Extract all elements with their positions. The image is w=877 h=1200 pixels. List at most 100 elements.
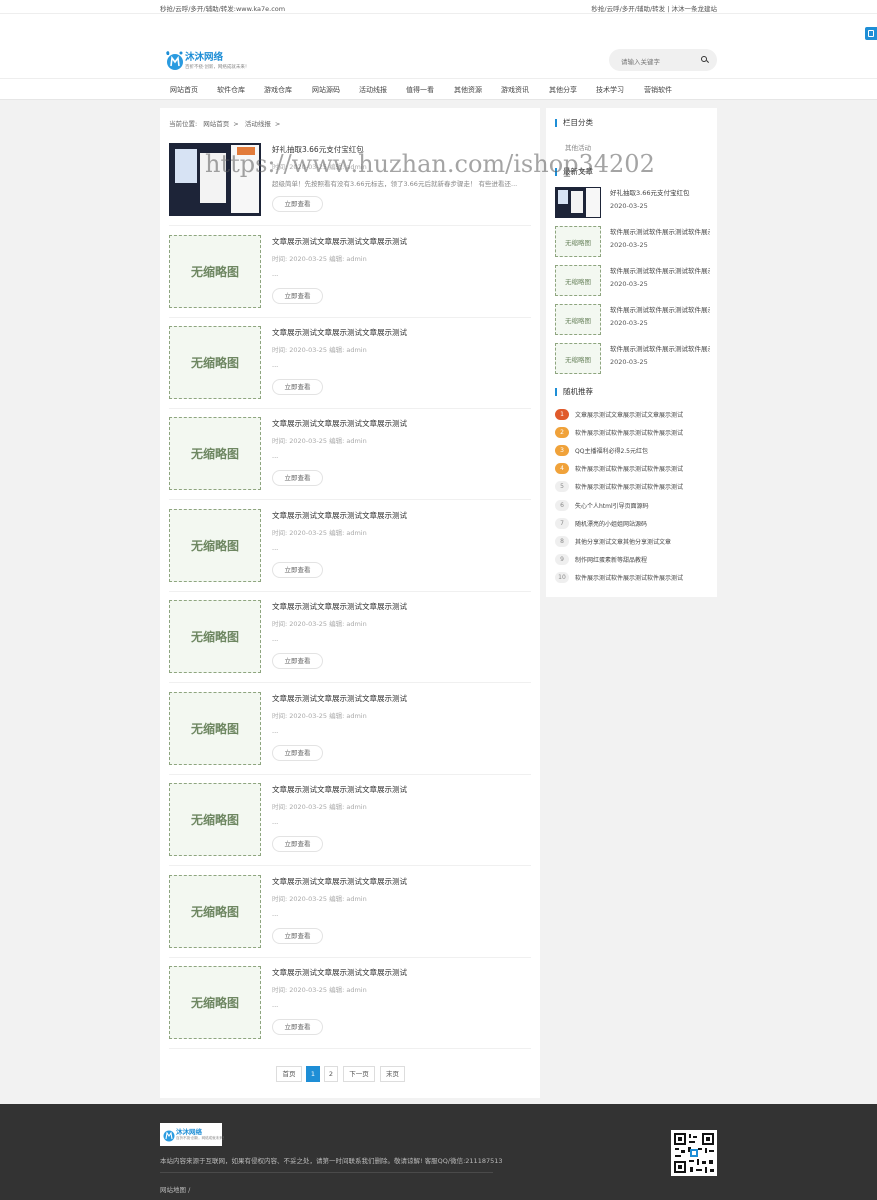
random-title[interactable]: 失心个人html引导页面源码 xyxy=(575,501,710,510)
nav-item-marketing[interactable]: 营销软件 xyxy=(644,85,672,95)
random-item[interactable]: 9 制作网红蛋素新等甜品教程 xyxy=(555,554,711,566)
latest-title[interactable]: 软件展示测试软件展示测试软件展示测试 xyxy=(610,265,710,275)
nav-item-source[interactable]: 网站源码 xyxy=(312,85,340,95)
post-thumbnail[interactable] xyxy=(169,143,261,216)
view-post-button[interactable]: 立即查看 xyxy=(272,1019,323,1035)
search-icon[interactable] xyxy=(701,56,707,62)
breadcrumb-current[interactable]: 活动线报 xyxy=(245,120,271,128)
latest-thumbnail[interactable]: 无缩略图 xyxy=(555,226,601,257)
random-title[interactable]: QQ主播福利必得2.5元红包 xyxy=(575,446,710,455)
nav-item-software[interactable]: 软件仓库 xyxy=(217,85,245,95)
random-item[interactable]: 4 软件展示测试软件展示测试软件展示测试 xyxy=(555,463,711,475)
latest-item[interactable]: 无缩略图 软件展示测试软件展示测试软件展示测试 2020-03-25 xyxy=(555,265,711,297)
view-post-button[interactable]: 立即查看 xyxy=(272,653,323,669)
latest-thumbnail[interactable]: 无缩略图 xyxy=(555,304,601,335)
search-box xyxy=(609,49,717,73)
post-thumbnail[interactable]: 无缩略图 xyxy=(169,692,261,765)
view-post-button[interactable]: 立即查看 xyxy=(272,379,323,395)
view-post-button[interactable]: 立即查看 xyxy=(272,196,323,212)
latest-item[interactable]: 好礼抽取3.66元支付宝红包 2020-03-25 xyxy=(555,187,711,219)
post-title[interactable]: 文章展示测试文章展示测试文章展示测试 xyxy=(272,693,407,704)
footer-sitemap-link[interactable]: 网站地图 / xyxy=(160,1184,190,1194)
post-title[interactable]: 文章展示测试文章展示测试文章展示测试 xyxy=(272,236,407,247)
post-title[interactable]: 文章展示测试文章展示测试文章展示测试 xyxy=(272,418,407,429)
random-title[interactable]: 软件展示测试软件展示测试软件展示测试 xyxy=(575,482,710,491)
random-title[interactable]: 软件展示测试软件展示测试软件展示测试 xyxy=(575,428,710,437)
page-2-button[interactable]: 2 xyxy=(324,1066,338,1082)
view-post-button[interactable]: 立即查看 xyxy=(272,836,323,852)
post-thumbnail[interactable]: 无缩略图 xyxy=(169,875,261,948)
post-meta: 时间: 2020-03-25 编辑: admin xyxy=(272,986,367,994)
nav-item-games[interactable]: 游戏仓库 xyxy=(264,85,292,95)
search-input[interactable] xyxy=(621,51,701,73)
latest-title[interactable]: 软件展示测试软件展示测试软件展示测试 xyxy=(610,304,710,314)
latest-thumbnail[interactable]: 无缩略图 xyxy=(555,265,601,296)
latest-item[interactable]: 无缩略图 软件展示测试软件展示测试软件展示测试 2020-03-25 xyxy=(555,304,711,336)
latest-item[interactable]: 无缩略图 软件展示测试软件展示测试软件展示测试 2020-03-25 xyxy=(555,343,711,375)
random-title[interactable]: 软件展示测试软件展示测试软件展示测试 xyxy=(575,573,710,582)
footer-logo-slogan: 百折不挠·创新，网络成就未来！ xyxy=(176,1136,227,1140)
post-thumbnail[interactable]: 无缩略图 xyxy=(169,417,261,490)
post-title[interactable]: 文章展示测试文章展示测试文章展示测试 xyxy=(272,967,407,978)
view-post-button[interactable]: 立即查看 xyxy=(272,745,323,761)
nav-item-activity[interactable]: 活动线报 xyxy=(359,85,387,95)
page-next-button[interactable]: 下一页 xyxy=(343,1066,375,1082)
latest-title[interactable]: 软件展示测试软件展示测试软件展示测试 xyxy=(610,226,710,236)
post-thumbnail[interactable]: 无缩略图 xyxy=(169,326,261,399)
post-thumbnail[interactable]: 无缩略图 xyxy=(169,783,261,856)
latest-thumbnail[interactable]: 无缩略图 xyxy=(555,343,601,374)
post-title[interactable]: 文章展示测试文章展示测试文章展示测试 xyxy=(272,510,407,521)
post-title[interactable]: 文章展示测试文章展示测试文章展示测试 xyxy=(272,876,407,887)
post-title[interactable]: 文章展示测试文章展示测试文章展示测试 xyxy=(272,784,407,795)
random-item[interactable]: 7 随机漂亮的小姐姐网站源码 xyxy=(555,518,711,530)
footer-logo[interactable]: 沐沐网络 百折不挠·创新，网络成就未来！ xyxy=(160,1123,226,1146)
latest-date: 2020-03-25 xyxy=(610,241,648,249)
random-title[interactable]: 文章展示测试文章展示测试文章展示测试 xyxy=(575,410,710,419)
page-last-button[interactable]: 末页 xyxy=(380,1066,405,1082)
nav-item-home[interactable]: 网站首页 xyxy=(170,85,198,95)
view-post-button[interactable]: 立即查看 xyxy=(272,928,323,944)
random-title[interactable]: 随机漂亮的小姐姐网站源码 xyxy=(575,519,710,528)
view-post-button[interactable]: 立即查看 xyxy=(272,470,323,486)
post-title[interactable]: 文章展示测试文章展示测试文章展示测试 xyxy=(272,327,407,338)
post-thumbnail[interactable]: 无缩略图 xyxy=(169,600,261,673)
nav-item-resources[interactable]: 其他资源 xyxy=(454,85,482,95)
random-item[interactable]: 6 失心个人html引导页面源码 xyxy=(555,500,711,512)
nav-item-game-news[interactable]: 游戏资讯 xyxy=(501,85,529,95)
random-item[interactable]: 5 软件展示测试软件展示测试软件展示测试 xyxy=(555,481,711,493)
post-thumbnail[interactable]: 无缩略图 xyxy=(169,966,261,1039)
breadcrumb-home[interactable]: 网站首页 xyxy=(203,120,229,128)
post-meta: 时间: 2020-03-25 编辑: admin xyxy=(272,895,367,903)
view-post-button[interactable]: 立即查看 xyxy=(272,562,323,578)
topbar-left-link[interactable]: 秒抢/云呼/多开/辅助/转发:www.ka7e.com xyxy=(160,3,285,13)
latest-thumbnail[interactable] xyxy=(555,187,601,218)
post-title[interactable]: 好礼抽取3.66元支付宝红包 xyxy=(272,144,364,155)
random-title[interactable]: 软件展示测试软件展示测试软件展示测试 xyxy=(575,464,710,473)
nav-item-share[interactable]: 其他分享 xyxy=(549,85,577,95)
latest-title[interactable]: 好礼抽取3.66元支付宝红包 xyxy=(610,187,710,197)
post-thumbnail[interactable]: 无缩略图 xyxy=(169,235,261,308)
post-excerpt: ... xyxy=(272,727,279,735)
nav-item-tech[interactable]: 技术学习 xyxy=(596,85,624,95)
sidebar-category-item[interactable]: 其他活动 xyxy=(565,142,591,152)
topbar-right-link[interactable]: 秒抢/云呼/多开/辅助/转发 | 沐沐一条龙建站 xyxy=(591,3,717,13)
site-logo[interactable]: 沐沐网络 百折不挠·创新，网络成就未来！ xyxy=(164,47,254,73)
nav-item-worth[interactable]: 值得一看 xyxy=(406,85,434,95)
page-1-button[interactable]: 1 xyxy=(306,1066,320,1082)
view-post-button[interactable]: 立即查看 xyxy=(272,288,323,304)
article-list-panel: 当前位置: 网站首页 > 活动线报 > 好礼抽取3.66元支付宝红包 时间: 202… xyxy=(160,108,540,1098)
random-title[interactable]: 制作网红蛋素新等甜品教程 xyxy=(575,555,710,564)
random-item[interactable]: 2 软件展示测试软件展示测试软件展示测试 xyxy=(555,427,711,439)
post-meta: 时间: 2020-03-25 编辑: admin xyxy=(272,620,367,628)
random-title[interactable]: 其他分享测试文章其他分享测试文章 xyxy=(575,537,710,546)
float-service-button[interactable] xyxy=(865,27,877,40)
latest-item[interactable]: 无缩略图 软件展示测试软件展示测试软件展示测试 2020-03-25 xyxy=(555,226,711,258)
latest-title[interactable]: 软件展示测试软件展示测试软件展示测试 xyxy=(610,343,710,353)
random-item[interactable]: 1 文章展示测试文章展示测试文章展示测试 xyxy=(555,409,711,421)
random-item[interactable]: 3 QQ主播福利必得2.5元红包 xyxy=(555,445,711,457)
random-item[interactable]: 10 软件展示测试软件展示测试软件展示测试 xyxy=(555,572,711,584)
random-item[interactable]: 8 其他分享测试文章其他分享测试文章 xyxy=(555,536,711,548)
post-thumbnail[interactable]: 无缩略图 xyxy=(169,509,261,582)
page-first-button[interactable]: 首页 xyxy=(276,1066,302,1082)
post-title[interactable]: 文章展示测试文章展示测试文章展示测试 xyxy=(272,601,407,612)
